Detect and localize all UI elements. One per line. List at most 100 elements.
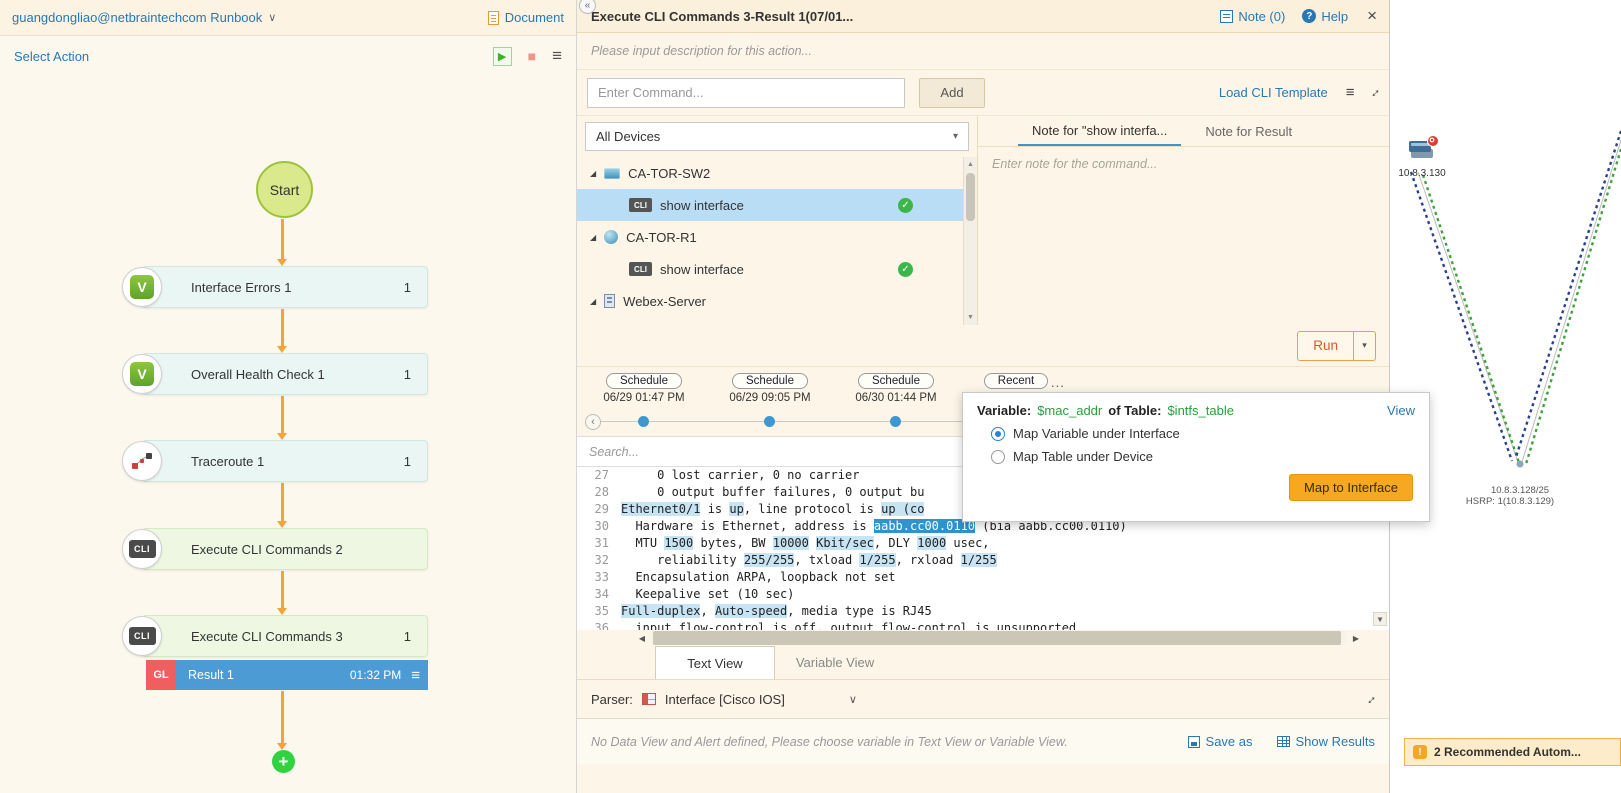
option-map-variable-under-interface[interactable]: Map Variable under Interface <box>963 422 1429 445</box>
scroll-down-icon[interactable]: ▼ <box>1373 612 1387 626</box>
command-menu-icon[interactable]: ≡ <box>1346 84 1355 101</box>
automation-icon: ! <box>1413 745 1427 759</box>
result-row-selected[interactable]: GL Result 1 01:32 PM ≡ <box>146 660 428 690</box>
load-cli-template-link[interactable]: Load CLI Template <box>1219 85 1328 100</box>
show-results-button[interactable]: Show Results <box>1276 734 1375 749</box>
run-bar: Run ▾ <box>577 325 1389 366</box>
parser-value[interactable]: Interface [Cisco IOS] <box>665 692 785 707</box>
view-link[interactable]: View <box>1387 403 1415 418</box>
command-input[interactable] <box>587 77 905 108</box>
run-all-icon[interactable]: ▶ <box>492 46 512 66</box>
tab-text-view[interactable]: Text View <box>655 646 775 679</box>
tab-variable-view[interactable]: Variable View <box>775 646 895 679</box>
horizontal-scrollbar[interactable]: ◀ ▶ <box>577 630 1389 646</box>
scrollbar-thumb[interactable] <box>653 631 1341 645</box>
map-to-interface-button[interactable]: Map to Interface <box>1289 474 1413 501</box>
scroll-right-icon[interactable]: ▶ <box>1349 631 1363 645</box>
selected-variable-token[interactable]: aabb.cc00.0110 <box>873 519 976 533</box>
run-button[interactable]: Run ▾ <box>1297 330 1376 361</box>
chevron-down-icon[interactable]: ∨ <box>849 693 857 706</box>
highlighted-token[interactable]: Full-duplex <box>621 604 701 618</box>
recommended-automation-toast[interactable]: ! 2 Recommended Autom... <box>1404 738 1621 766</box>
line-text: input flow-control is off, output flow-c… <box>621 620 1076 630</box>
action-description-input[interactable]: Please input description for this action… <box>577 33 1389 70</box>
code-text: 0 lost carrier, 0 no carrier <box>621 468 860 482</box>
timeline-dot[interactable] <box>764 416 775 427</box>
timeline-schedule-pill[interactable]: Schedule <box>858 373 934 389</box>
scroll-down-icon[interactable]: ▼ <box>964 311 977 324</box>
highlighted-token[interactable]: Ethernet0/1 <box>621 502 701 516</box>
chevron-down-icon: ▾ <box>952 131 958 142</box>
tree-expander-icon[interactable]: ◢ <box>590 297 596 306</box>
highlighted-token[interactable]: 1/255 <box>960 553 997 567</box>
help-button[interactable]: ? Help <box>1302 9 1348 24</box>
select-action-link[interactable]: Select Action <box>14 49 89 64</box>
flow-node-traceroute[interactable]: Traceroute 1 1 <box>122 440 428 482</box>
stop-icon[interactable]: ■ <box>528 48 536 64</box>
tree-expander-icon[interactable]: ◢ <box>590 169 596 178</box>
highlighted-token[interactable]: up (co <box>881 502 925 516</box>
highlighted-token[interactable]: 10000 <box>772 536 809 550</box>
expand-icon[interactable]: ↕ <box>1364 691 1379 706</box>
flow-node-cli-commands-3[interactable]: Execute CLI Commands 3 1 CLI <box>122 615 428 657</box>
add-action-button[interactable]: + <box>272 750 295 773</box>
run-options-caret-icon[interactable]: ▾ <box>1353 331 1375 360</box>
tab-note-for-result[interactable]: Note for Result <box>1191 116 1306 146</box>
tree-command-show-interface-r1[interactable]: CLI show interface ✓ <box>577 253 963 285</box>
device-list-scrollbar[interactable]: ▲ ▼ <box>963 157 977 325</box>
timeline-back-icon[interactable]: ‹ <box>585 414 601 430</box>
document-link[interactable]: Document <box>487 10 564 25</box>
flow-node-overall-health[interactable]: Overall Health Check 1 1 V <box>122 353 428 395</box>
option-map-table-under-device[interactable]: Map Table under Device <box>963 445 1429 468</box>
note-textarea[interactable] <box>978 147 1389 325</box>
status-message: No Data View and Alert defined, Please c… <box>591 734 1068 749</box>
timeline-entry: Schedule 06/29 09:05 PM <box>715 373 825 404</box>
tree-command-show-interface-sw2[interactable]: CLI show interface ✓ <box>577 189 963 221</box>
scrollbar-thumb[interactable] <box>966 173 975 221</box>
add-command-button[interactable]: Add <box>919 77 985 108</box>
timeline-dot[interactable] <box>638 416 649 427</box>
flow-start-node[interactable]: Start <box>256 161 313 218</box>
device-filter-dropdown[interactable]: All Devices ▾ <box>585 122 969 151</box>
timeline-schedule-pill[interactable]: Schedule <box>606 373 682 389</box>
note-button[interactable]: Note (0) <box>1220 9 1285 24</box>
runbook-title-dropdown[interactable]: guangdongliao@netbraintechcom Runbook ∨ <box>12 10 276 25</box>
flow-connector-arrow <box>277 219 287 266</box>
highlighted-token[interactable]: 1/255 <box>859 553 896 567</box>
highlighted-token[interactable]: Kbit/sec <box>816 536 874 550</box>
runbook-toolbar: Select Action ▶ ■ ≡ <box>0 36 576 76</box>
scroll-up-icon[interactable]: ▲ <box>964 158 977 171</box>
timeline-more-indicator[interactable]: ... <box>1051 375 1065 390</box>
flow-node-cli-commands-2[interactable]: Execute CLI Commands 2 CLI <box>122 528 428 570</box>
gl-badge: GL <box>146 660 176 690</box>
tab-note-for-command[interactable]: Note for "show interfa... <box>1018 116 1182 146</box>
table-name: $intfs_table <box>1167 403 1234 418</box>
radio-unselected-icon[interactable] <box>991 449 1005 464</box>
runbook-menu-icon[interactable]: ≡ <box>552 46 562 66</box>
line-number: 36 <box>594 621 609 630</box>
timeline-schedule-pill[interactable]: Schedule <box>732 373 808 389</box>
highlighted-token[interactable]: up <box>729 502 744 516</box>
highlighted-token[interactable]: Auto-speed <box>714 604 788 618</box>
highlighted-token[interactable]: 255/255 <box>743 553 795 567</box>
scroll-left-icon[interactable]: ◀ <box>635 631 649 645</box>
highlighted-token[interactable]: 1000 <box>917 536 947 550</box>
timeline-dot[interactable] <box>890 416 901 427</box>
show-results-label: Show Results <box>1295 734 1375 749</box>
close-icon[interactable]: × <box>1367 6 1377 26</box>
tree-device-webex-server[interactable]: ◢ Webex-Server <box>577 285 963 317</box>
flow-node-interface-errors[interactable]: Interface Errors 1 1 V <box>122 266 428 308</box>
radio-selected-icon[interactable] <box>991 426 1005 441</box>
tree-expander-icon[interactable]: ◢ <box>590 233 596 242</box>
tree-device-ca-tor-sw2[interactable]: ◢ CA-TOR-SW2 <box>577 157 963 189</box>
collapse-section-icon[interactable]: ↕ <box>1368 85 1383 100</box>
scrollbar-track[interactable] <box>651 631 1347 645</box>
option-label: Map Table under Device <box>1013 449 1153 464</box>
map-device-node[interactable]: 10.8.3.130 <box>1398 134 1446 179</box>
save-as-button[interactable]: Save as <box>1187 734 1253 749</box>
line-number: 27 <box>594 468 609 482</box>
highlighted-token[interactable]: 1500 <box>664 536 694 550</box>
tree-device-ca-tor-r1[interactable]: ◢ CA-TOR-R1 <box>577 221 963 253</box>
timeline-recent-pill[interactable]: Recent <box>983 373 1049 389</box>
result-menu-icon[interactable]: ≡ <box>411 667 420 684</box>
